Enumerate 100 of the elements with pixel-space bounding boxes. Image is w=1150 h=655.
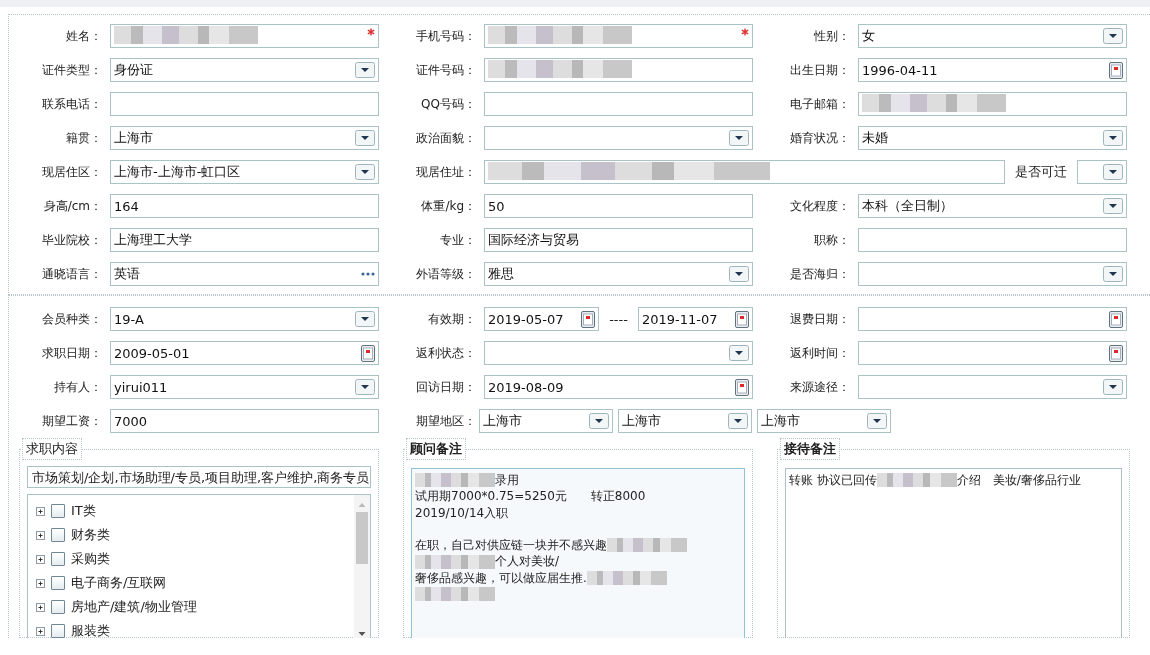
dropdown-field[interactable]: 身份证 — [110, 58, 379, 82]
field-label: 返利时间： — [789, 345, 851, 362]
dropdown-button[interactable] — [1103, 28, 1123, 44]
note-text: 在职，自己对供应链一块并不感兴趣 — [415, 537, 607, 554]
dropdown-button[interactable] — [1103, 379, 1123, 395]
field-label: 出生日期： — [789, 62, 851, 79]
field-label: 身高/cm： — [42, 198, 103, 215]
input-field[interactable]: 市场策划/企划,市场助理/专员,项目助理,客户维护,商务专员 — [27, 466, 371, 488]
expand-icon[interactable] — [36, 602, 45, 612]
calendar-icon[interactable] — [361, 344, 375, 362]
calendar-icon[interactable] — [1109, 344, 1123, 362]
dropdown-field[interactable]: 雅思 — [484, 262, 753, 286]
input-field[interactable] — [858, 228, 1127, 252]
tree-item-label[interactable]: IT类 — [71, 502, 96, 520]
dropdown-field[interactable]: yirui011 — [110, 375, 379, 399]
checkbox[interactable] — [51, 504, 65, 518]
date-field[interactable]: 2019-05-07 — [484, 307, 600, 331]
dropdown-field[interactable]: 上海市 — [757, 409, 891, 433]
calendar-icon[interactable] — [581, 310, 596, 328]
dropdown-field[interactable]: 上海市 — [618, 409, 752, 433]
date-field[interactable]: 2009-05-01 — [110, 341, 379, 365]
dropdown-button[interactable] — [729, 130, 749, 146]
note-text: 转账 协议已回传 — [789, 472, 877, 489]
expand-icon[interactable] — [36, 554, 45, 564]
dropdown-field[interactable] — [858, 375, 1127, 399]
dropdown-button[interactable] — [589, 413, 609, 429]
calendar-icon[interactable] — [735, 378, 749, 396]
dropdown-field[interactable]: 本科（全日制） — [858, 194, 1127, 218]
date-field[interactable]: 2019-08-09 — [484, 375, 753, 399]
dropdown-field[interactable]: 女 — [858, 24, 1127, 48]
expand-icon[interactable] — [36, 578, 45, 588]
checkbox[interactable] — [51, 576, 65, 590]
dropdown-button[interactable] — [1103, 266, 1123, 282]
input-field[interactable]: 上海理工大学 — [110, 228, 379, 252]
dropdown-field[interactable] — [484, 341, 753, 365]
field-label: 证件号码： — [415, 62, 477, 79]
dropdown-field[interactable]: 上海市 — [110, 126, 379, 150]
calendar-icon[interactable] — [735, 310, 749, 328]
panel-title: 求职内容 — [22, 438, 82, 460]
tree-item-label[interactable]: 电子商务/互联网 — [71, 574, 167, 592]
dropdown-field[interactable]: 上海市-上海市-虹口区 — [110, 160, 379, 184]
dropdown-button[interactable] — [1103, 198, 1123, 214]
input-field[interactable] — [484, 160, 1005, 184]
checkbox[interactable] — [51, 552, 65, 566]
dropdown-button[interactable] — [867, 413, 887, 429]
tree-item-label[interactable]: 采购类 — [71, 550, 110, 568]
dropdown-field[interactable]: 未婚 — [858, 126, 1127, 150]
input-field[interactable] — [484, 92, 753, 116]
calendar-icon[interactable] — [1109, 310, 1123, 328]
dropdown-button[interactable] — [355, 311, 375, 327]
lookup-field[interactable]: 英语 — [110, 262, 379, 286]
field-label: 期望地区： — [415, 413, 477, 430]
input-field[interactable] — [484, 24, 753, 48]
tree-list[interactable]: IT类 财务类 采购类 电子商务/互联网 房地产/建筑/物业管理 服装类 — [27, 494, 371, 638]
dropdown-field[interactable]: 上海市 — [479, 409, 613, 433]
notes-field[interactable]: 转账 协议已回传 介绍 美妆/奢侈品行业 — [785, 468, 1122, 638]
tree-item-label[interactable]: 财务类 — [71, 526, 110, 544]
field-label: 退费日期： — [789, 311, 851, 328]
input-field[interactable]: 164 — [110, 194, 379, 218]
dropdown-button[interactable] — [355, 62, 375, 78]
input-field[interactable] — [484, 58, 753, 82]
date-field[interactable]: 2019-11-07 — [637, 307, 753, 331]
checkbox[interactable] — [51, 528, 65, 542]
notes-field[interactable]: 录用 试用期7000*0.75=5250元 转正8000 2019/10/14入职 在职，自己对供应链一块并不感兴趣 个人对美妆/ 奢侈品感兴趣，可以做应届生推. — [411, 468, 745, 638]
dropdown-field[interactable] — [484, 126, 753, 150]
tree-item-label[interactable]: 服装类 — [71, 622, 110, 638]
note-text: 介绍 美妆/奢侈品行业 — [956, 472, 1081, 489]
dropdown-button[interactable] — [1103, 164, 1123, 180]
more-icon[interactable] — [361, 272, 375, 276]
expand-icon[interactable] — [36, 506, 45, 516]
dropdown-field[interactable] — [858, 262, 1127, 286]
input-field[interactable] — [110, 24, 379, 48]
dropdown-button[interactable] — [1103, 130, 1123, 146]
date-field[interactable] — [858, 341, 1127, 365]
field-label: 是否海归： — [789, 266, 851, 283]
dropdown-field[interactable]: 19-A — [110, 307, 379, 331]
tree-item-label[interactable]: 房地产/建筑/物业管理 — [71, 598, 197, 616]
expand-icon[interactable] — [36, 530, 45, 540]
scrollbar[interactable] — [354, 495, 370, 638]
dropdown-button[interactable] — [355, 379, 375, 395]
input-field[interactable]: 国际经济与贸易 — [484, 228, 753, 252]
input-field[interactable] — [110, 92, 379, 116]
dropdown-button[interactable] — [355, 164, 375, 180]
input-field[interactable] — [858, 92, 1127, 116]
dropdown-button[interactable] — [728, 413, 748, 429]
dropdown-button[interactable] — [355, 130, 375, 146]
dropdown-button[interactable] — [729, 345, 749, 361]
expand-icon[interactable] — [36, 626, 45, 636]
checkbox[interactable] — [51, 600, 65, 614]
field-label: 外语等级： — [415, 266, 477, 283]
checkbox[interactable] — [51, 624, 65, 638]
date-field[interactable]: 1996-04-11 — [858, 58, 1127, 82]
calendar-icon[interactable] — [1109, 61, 1123, 79]
field-label: 籍贯： — [65, 130, 103, 147]
dropdown-field[interactable] — [1077, 160, 1127, 184]
field-label: 体重/kg： — [420, 198, 477, 215]
input-field[interactable]: 50 — [484, 194, 753, 218]
date-field[interactable] — [858, 307, 1127, 331]
dropdown-button[interactable] — [729, 266, 749, 282]
input-field[interactable]: 7000 — [110, 409, 379, 433]
